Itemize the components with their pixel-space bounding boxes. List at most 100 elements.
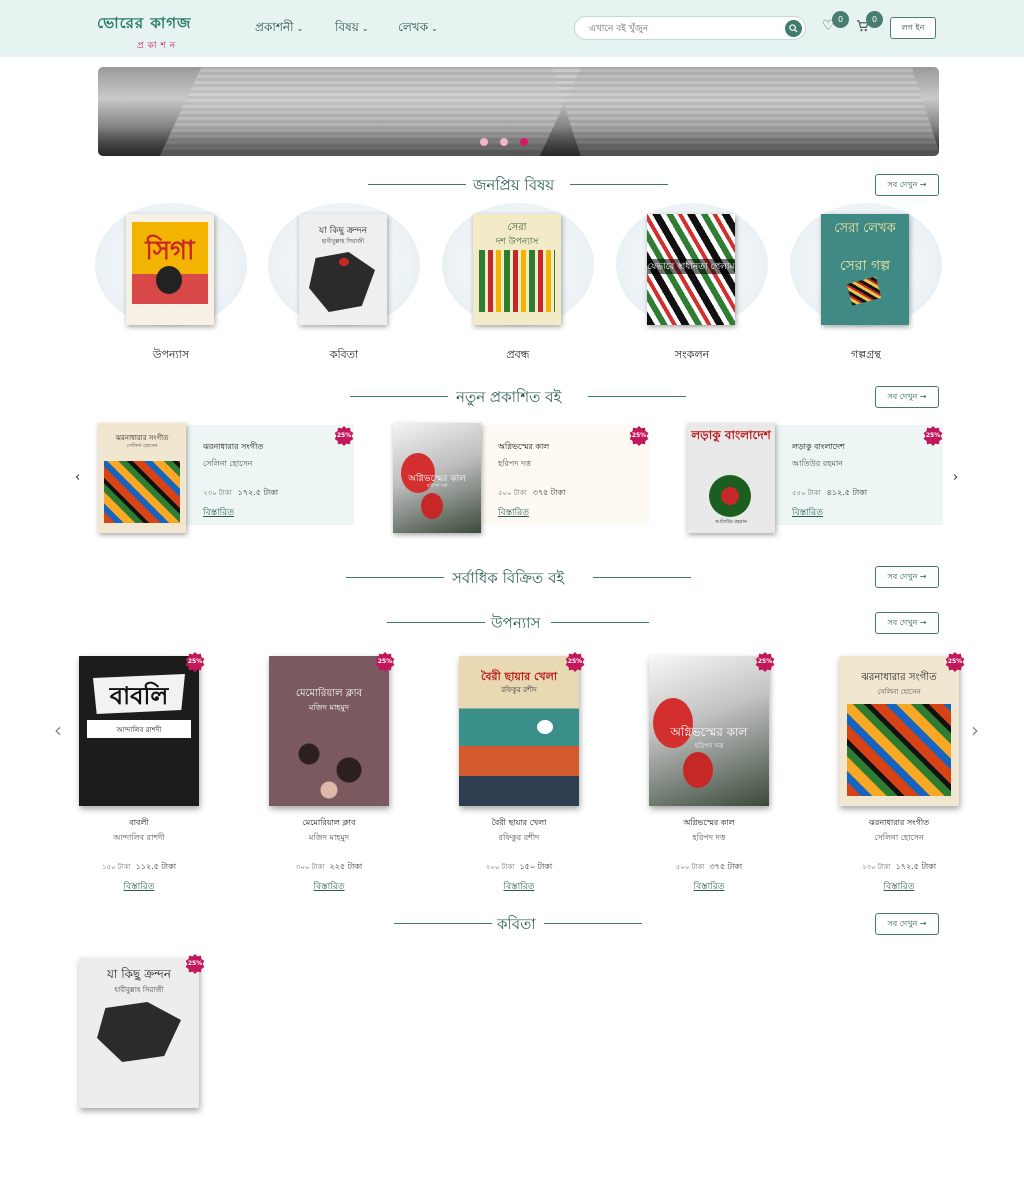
- nav-subjects-label: বিষয়: [335, 20, 359, 34]
- book-price: ২৩০ টাকা ১৭২.৫ টাকা: [839, 861, 959, 874]
- book-cover: মেমোরিয়াল ক্লাব মজিদ মাহমুদ: [269, 656, 389, 806]
- banner-dot-3[interactable]: [520, 138, 528, 146]
- details-link[interactable]: বিস্তারিত: [649, 879, 769, 894]
- section-bestseller-heading: সর্বাধিক বিক্রিত বই: [346, 567, 691, 587]
- chevron-right-icon: ›: [953, 470, 959, 485]
- see-all-popular-button[interactable]: সব দেখুন →: [875, 174, 939, 196]
- site-logo[interactable]: ভোরের কাগজ প্রকাশন: [97, 12, 219, 51]
- new-book-card[interactable]: লড়াকু বাংলাদেশ আতিউর রহমান 25% লড়াকু ব…: [687, 423, 943, 533]
- see-all-novel-button[interactable]: সব দেখুন →: [875, 612, 939, 634]
- new-price: ১৭২.৫ টাকা: [237, 488, 279, 497]
- book-author[interactable]: সেলিনা হোসেন: [203, 458, 252, 471]
- book-author[interactable]: সেলিনা হোসেন: [839, 832, 959, 845]
- book-price: ২৩০ টাকা ১৭২.৫ টাকা: [203, 487, 278, 500]
- novel-book-card[interactable]: অগ্নিভস্মের কাল হরিপদ দত্ত 25% অগ্নিভস্ম…: [649, 652, 779, 895]
- book-title: ঝরনাধারার সংগীত: [203, 442, 264, 451]
- divider-line: [593, 577, 691, 578]
- book-price: ২০০ টাকা ১৫০ টাকা: [459, 861, 579, 874]
- book-price: ৫৫০ টাকা ৪১২.৫ টাকা: [792, 487, 867, 500]
- novel-next-arrow[interactable]: ›: [971, 718, 979, 742]
- category-name: উপন্যাস: [152, 348, 190, 361]
- section-poetry-title: কবিতা: [497, 915, 536, 933]
- book-title: ঝরনাধারার সংগীত: [868, 818, 930, 827]
- novel-book-card[interactable]: বৈরী ছায়ার খেলা রফিকুর রশীদ 25% বৈরী ছা…: [459, 652, 589, 895]
- book-cover: লড়াকু বাংলাদেশ আতিউর রহমান: [687, 423, 775, 533]
- category-poetry[interactable]: যা কিছু ক্রন্দন হাবীবুল্লাহ সিরাজী কবিতা: [268, 203, 420, 363]
- novel-book-card[interactable]: ঝরনাধারার সংগীত সেলিনা হোসেন 25% ঝরনাধার…: [839, 652, 969, 895]
- divider-line: [570, 184, 668, 185]
- nav-authors[interactable]: লেখক ⌄: [398, 19, 438, 39]
- novel-prev-arrow[interactable]: ‹: [54, 718, 62, 742]
- details-link[interactable]: বিস্তারিত: [269, 879, 389, 894]
- book-cover: সেরা লেখক সেরা গল্প: [821, 214, 909, 325]
- category-novel[interactable]: সিগা উপন্যাস: [95, 203, 247, 363]
- carousel-prev-arrow[interactable]: ‹: [75, 470, 80, 485]
- hero-banner[interactable]: [98, 67, 939, 156]
- see-all-bestseller-button[interactable]: সব দেখুন →: [875, 566, 939, 588]
- book-price: ৫০০ টাকা ৩৭৫ টাকা: [649, 861, 769, 874]
- cover-art: [104, 461, 180, 523]
- cover-red-dot: [339, 258, 349, 266]
- cover-author: হরিপদ দত্ত: [694, 742, 724, 750]
- carousel-next-arrow[interactable]: ›: [953, 470, 958, 485]
- details-link[interactable]: বিস্তারিত: [498, 505, 529, 520]
- book-author[interactable]: আতিউর রহমান: [792, 458, 843, 471]
- novel-book-card[interactable]: মেমোরিয়াল ক্লাব মজিদ মাহমুদ 25% মেমোরিয…: [269, 652, 399, 895]
- cover-title: মেমোরিয়াল ক্লাব: [295, 688, 363, 699]
- book-price: ৩০০ টাকা ২২৫ টাকা: [269, 861, 389, 874]
- cover-ornament: [846, 276, 882, 306]
- section-bestseller-title: সর্বাধিক বিক্রিত বই: [452, 569, 565, 587]
- book-cover: যেভাবে স্বাধীনতা পেলাম: [647, 214, 735, 325]
- chevron-down-icon: ⌄: [431, 24, 438, 33]
- book-cover: সিগা: [126, 214, 214, 325]
- logo-subtext: প্রকাশন: [136, 41, 180, 51]
- category-anthology[interactable]: যেভাবে স্বাধীনতা পেলাম সংকলন: [616, 203, 768, 363]
- see-all-new-button[interactable]: সব দেখুন →: [875, 386, 939, 408]
- new-book-card[interactable]: ঝরনাধারার সংগীত সেলিনা হোসেন 25% ঝরনাধার…: [98, 423, 354, 533]
- details-link[interactable]: বিস্তারিত: [792, 505, 823, 520]
- book-author[interactable]: মজিদ মাহমুদ: [269, 832, 389, 845]
- book-author[interactable]: আন্দালিব রাশদী: [79, 832, 199, 845]
- cover-red-splash: [421, 493, 443, 519]
- cover-pattern: [479, 250, 555, 312]
- details-link[interactable]: বিস্তারিত: [459, 879, 579, 894]
- category-short-stories[interactable]: সেরা লেখক সেরা গল্প গল্পগ্রন্থ: [790, 203, 942, 363]
- category-essay[interactable]: সেরা দশ উপন্যাস প্রবন্ধ: [442, 203, 594, 363]
- nav-publishers[interactable]: প্রকাশনী ⌄: [255, 19, 303, 39]
- banner-dot-1[interactable]: [480, 138, 488, 146]
- old-price: ২৩০ টাকা: [861, 863, 891, 871]
- book-author[interactable]: রফিকুর রশীদ: [459, 832, 579, 845]
- login-button[interactable]: লগ ইন: [890, 17, 936, 39]
- see-all-poetry-button[interactable]: সব দেখুন →: [875, 913, 939, 935]
- book-title: বৈরী ছায়ার খেলা: [491, 818, 547, 827]
- cover-portrait: [156, 266, 182, 294]
- banner-dot-2[interactable]: [500, 138, 508, 146]
- book-title: বাবলী: [129, 818, 149, 827]
- poetry-book-card[interactable]: যা কিছু ক্রন্দন হাবীবুল্লাহ সিরাজী 25%: [79, 954, 209, 1197]
- search-input[interactable]: [589, 21, 779, 37]
- cover-flag-red: [721, 487, 739, 505]
- old-price: ৫০০ টাকা: [498, 489, 527, 497]
- new-price: ২২৫ টাকা: [329, 862, 363, 871]
- book-cover: ঝরনাধারার সংগীত সেলিনা হোসেন: [839, 656, 959, 806]
- divider-line: [368, 184, 466, 185]
- search-button[interactable]: [785, 20, 802, 37]
- book-cover: ঝরনাধারার সংগীত সেলিনা হোসেন: [98, 423, 186, 533]
- new-book-card[interactable]: অগ্নিভস্মের কাল হরিপদ দত্ত 25% অগ্নিভস্ম…: [393, 423, 649, 533]
- category-name: প্রবন্ধ: [506, 348, 530, 361]
- details-link[interactable]: বিস্তারিত: [839, 879, 959, 894]
- search-icon: [789, 24, 798, 33]
- divider-line: [588, 396, 686, 397]
- details-link[interactable]: বিস্তারিত: [79, 879, 199, 894]
- details-link[interactable]: বিস্তারিত: [203, 505, 234, 520]
- novel-book-card[interactable]: বাবলি আন্দালিব রাশদী 25% বাবলী আন্দালিব …: [79, 652, 209, 895]
- book-author[interactable]: হরিপদ দত্ত: [649, 832, 769, 845]
- divider-line: [350, 396, 448, 397]
- cover-author: রফিকুর রশীদ: [501, 686, 537, 694]
- book-author[interactable]: হরিপদ দত্ত: [498, 458, 531, 471]
- nav-subjects[interactable]: বিষয় ⌄: [335, 19, 369, 39]
- book-cover: বাবলি আন্দালিব রাশদী: [79, 656, 199, 806]
- section-new-title: নতুন প্রকাশিত বই: [456, 388, 562, 406]
- wishlist-count-badge: 0: [832, 11, 849, 28]
- chevron-left-icon: ‹: [75, 470, 81, 485]
